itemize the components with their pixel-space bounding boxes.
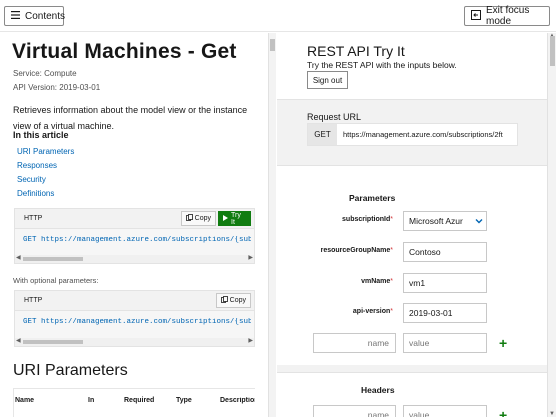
- table-header-type: Type: [176, 397, 192, 404]
- try-it-title: REST API Try It: [307, 43, 405, 59]
- custom-param-name-input[interactable]: name: [313, 333, 396, 353]
- copy-icon: [220, 296, 228, 305]
- scroll-down-icon[interactable]: ▼: [549, 411, 555, 417]
- resource-group-input[interactable]: Contoso: [403, 242, 487, 262]
- optional-params-label: With optional parameters:: [13, 276, 99, 285]
- scrollbar-thumb[interactable]: [550, 36, 555, 66]
- headers-section: Headers name value +: [277, 372, 547, 417]
- page-title: Virtual Machines - Get: [12, 40, 237, 63]
- chevron-down-icon: [475, 216, 483, 226]
- parameters-title: Parameters: [349, 193, 396, 203]
- scroll-right-icon[interactable]: ▶: [248, 254, 253, 261]
- article-scrollbar[interactable]: [268, 33, 276, 417]
- header-value-input[interactable]: value: [403, 405, 487, 417]
- param-label-vmname: vmName*: [361, 278, 393, 285]
- contents-label: Contents: [25, 10, 66, 22]
- copy-label: Copy: [194, 215, 211, 222]
- request-url-field[interactable]: https://management.azure.com/subscriptio…: [337, 124, 517, 145]
- code-block-header: HTTP Copy Try It: [15, 209, 254, 229]
- toc-link-definitions[interactable]: Definitions: [17, 189, 54, 198]
- request-url-row: GET https://management.azure.com/subscri…: [307, 123, 518, 146]
- param-label-api-version: api-version*: [352, 308, 393, 315]
- table-header-description: Description: [220, 397, 255, 404]
- exit-focus-label: Exit focus mode: [486, 5, 530, 27]
- vm-name-input[interactable]: vm1: [403, 273, 487, 293]
- copy-button[interactable]: Copy: [180, 211, 216, 226]
- parameters-section: Parameters subscriptionId* Microsoft Azu…: [277, 165, 547, 365]
- code-line: GET https://management.azure.com/subscri…: [23, 236, 251, 244]
- code-language: HTTP: [24, 297, 43, 304]
- hamburger-icon: [11, 10, 20, 22]
- table-header-name: Name: [15, 397, 35, 404]
- subscription-value: Microsoft Azur: [409, 216, 463, 226]
- try-it-header: REST API Try It Try the REST API with th…: [277, 33, 547, 100]
- code-language: HTTP: [24, 215, 43, 222]
- try-it-subtitle: Try the REST API with the inputs below.: [307, 60, 457, 70]
- scroll-left-icon[interactable]: ◀: [16, 254, 21, 261]
- toc-link-uri-parameters[interactable]: URI Parameters: [17, 147, 74, 156]
- http-method-badge: GET: [308, 124, 337, 145]
- table-header-required: Required: [124, 397, 155, 404]
- in-this-article-heading: In this article: [13, 130, 69, 140]
- code-block-request: HTTP Copy Try It GET https://management.…: [14, 208, 255, 264]
- play-icon: [223, 214, 228, 223]
- headers-title: Headers: [361, 385, 395, 395]
- toc-link-responses[interactable]: Responses: [17, 161, 57, 170]
- scrollbar-thumb[interactable]: [23, 257, 83, 261]
- param-label-subscriptionid: subscriptionId*: [342, 216, 393, 223]
- sign-out-button[interactable]: Sign out: [307, 71, 348, 89]
- copy-label: Copy: [229, 297, 246, 304]
- scrollbar-thumb[interactable]: [23, 340, 83, 344]
- api-version-input[interactable]: 2019-03-01: [403, 303, 487, 323]
- add-header-icon[interactable]: +: [499, 407, 507, 417]
- custom-param-value-input[interactable]: value: [403, 333, 487, 353]
- add-parameter-icon[interactable]: +: [499, 335, 507, 351]
- try-it-pane: REST API Try It Try the REST API with th…: [277, 33, 547, 417]
- contents-button[interactable]: Contents: [4, 6, 66, 26]
- try-it-scrollbar[interactable]: ▲ ▼: [547, 33, 556, 417]
- try-it-button[interactable]: Try It: [218, 211, 251, 226]
- try-it-label: Try It: [231, 211, 241, 226]
- code-block-optional: HTTP Copy GET https://management.azure.c…: [14, 290, 255, 347]
- code-horizontal-scrollbar[interactable]: ◀ ▶: [15, 255, 254, 263]
- param-label-resourcegroupname: resourceGroupName*: [320, 247, 393, 254]
- exit-focus-icon: [471, 9, 481, 23]
- header-name-input[interactable]: name: [313, 405, 396, 417]
- exit-focus-mode-button[interactable]: Exit focus mode: [464, 5, 550, 27]
- subscription-dropdown[interactable]: Microsoft Azur: [403, 211, 487, 231]
- copy-icon: [185, 214, 193, 223]
- code-block-header: HTTP Copy: [15, 291, 254, 311]
- code-line: GET https://management.azure.com/subscri…: [23, 318, 251, 326]
- scrollbar-thumb[interactable]: [270, 39, 275, 51]
- request-url-label: Request URL: [307, 112, 362, 122]
- service-meta: Service: Compute: [13, 69, 77, 78]
- table-header-in: In: [88, 397, 95, 404]
- api-version-meta: API Version: 2019-03-01: [13, 83, 101, 92]
- uri-parameters-heading: URI Parameters: [13, 362, 128, 379]
- scroll-left-icon[interactable]: ◀: [16, 337, 21, 344]
- toc-link-security[interactable]: Security: [17, 175, 46, 184]
- scroll-right-icon[interactable]: ▶: [248, 337, 253, 344]
- copy-button[interactable]: Copy: [215, 293, 251, 308]
- code-horizontal-scrollbar[interactable]: ◀ ▶: [15, 338, 254, 346]
- top-bar: Contents Exit focus mode: [0, 0, 556, 32]
